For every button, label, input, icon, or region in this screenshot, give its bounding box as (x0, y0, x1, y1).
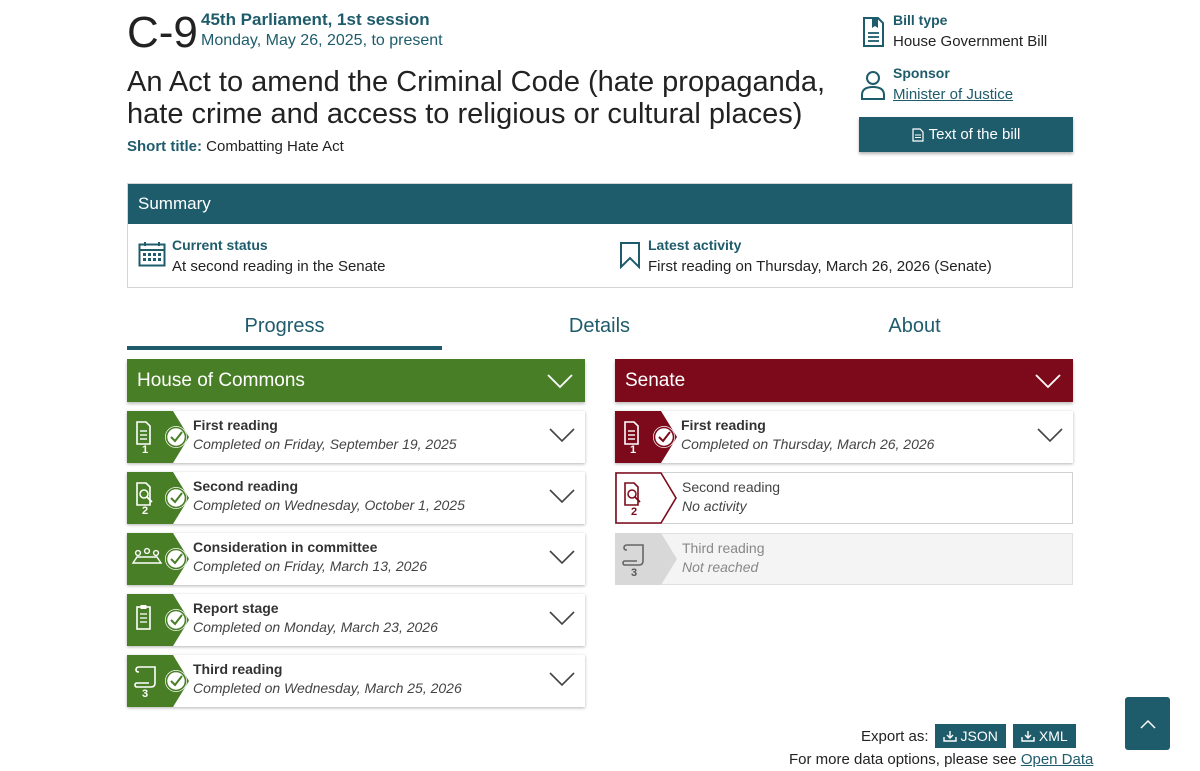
stage-number: 2 (631, 506, 638, 518)
session-dates: Monday, May 26, 2025, to present (201, 32, 443, 49)
commons-panel: House of Commons 1 First reading Complet… (127, 359, 585, 707)
sponsor-label: Sponsor (893, 65, 950, 81)
open-data-note: For more data options, please see Open D… (789, 751, 1093, 768)
stage-number: 3 (631, 567, 638, 579)
back-to-top-button[interactable] (1125, 697, 1170, 750)
stage-status: Not reached (682, 559, 759, 575)
stage-status: Completed on Thursday, March 26, 2026 (681, 436, 935, 452)
latest-activity-value: First reading on Thursday, March 26, 202… (648, 258, 992, 275)
senate-stage-first-reading[interactable]: 1 First reading Completed on Thursday, M… (615, 411, 1073, 463)
bill-number: C-9 (127, 8, 198, 57)
stage-name: Second reading (193, 478, 299, 494)
scroll-icon (615, 533, 677, 585)
commons-stage-second-reading[interactable]: 2 Second reading Completed on Wednesday,… (127, 472, 585, 524)
calendar-icon (138, 242, 166, 267)
chevron-down-icon (549, 672, 575, 687)
stage-name: First reading (193, 417, 278, 433)
tab-progress[interactable]: Progress (127, 310, 442, 350)
download-icon (1021, 731, 1035, 742)
stage-status: Completed on Monday, March 23, 2026 (193, 619, 438, 635)
commons-stage-third-reading[interactable]: 3 Third reading Completed on Wednesday, … (127, 655, 585, 707)
stage-number: 1 (630, 444, 637, 456)
short-title: Short title: Combatting Hate Act (127, 138, 344, 155)
session-info: 45th Parliament, 1st session Monday, May… (201, 10, 443, 50)
person-icon (861, 71, 885, 100)
document-icon (912, 127, 924, 142)
export-label: Export as: (861, 727, 929, 745)
export-bar: Export as: JSON XML (861, 724, 1076, 748)
stage-name: Second reading (682, 479, 781, 495)
sponsor-link[interactable]: Minister of Justice (893, 86, 1013, 103)
stage-status: Completed on Wednesday, October 1, 2025 (193, 497, 465, 513)
current-status: Current status At second reading in the … (138, 237, 386, 275)
bill-title: An Act to amend the Criminal Code (hate … (127, 66, 826, 130)
chevron-down-icon (549, 550, 575, 565)
scroll-icon (127, 655, 189, 707)
text-of-bill-label: Text of the bill (928, 126, 1021, 143)
magnify-document-icon (127, 472, 189, 524)
stage-number: 2 (142, 505, 149, 517)
stage-name: Third reading (682, 540, 765, 556)
stage-name: Consideration in committee (193, 539, 378, 555)
export-xml-label: XML (1038, 728, 1068, 744)
chevron-down-icon (547, 373, 573, 388)
document-icon (615, 411, 677, 463)
commons-header[interactable]: House of Commons (127, 359, 585, 402)
short-title-value: Combatting Hate Act (206, 138, 344, 155)
chevron-up-icon (1139, 719, 1156, 729)
commons-heading: House of Commons (137, 369, 305, 391)
commons-stage-first-reading[interactable]: 1 First reading Completed on Friday, Sep… (127, 411, 585, 463)
stage-name: First reading (681, 417, 766, 433)
export-json-label: JSON (960, 728, 998, 744)
export-xml-button[interactable]: XML (1012, 724, 1076, 748)
stage-status: Completed on Friday, March 13, 2026 (193, 558, 427, 574)
chevron-down-icon (549, 611, 575, 626)
parliament-session: 45th Parliament, 1st session (201, 10, 430, 29)
latest-activity-label: Latest activity (648, 237, 742, 253)
committee-icon (127, 533, 189, 585)
bill-type: Bill type House Government Bill (860, 12, 1047, 50)
download-icon (942, 731, 957, 742)
tab-about[interactable]: About (757, 310, 1072, 350)
senate-heading: Senate (625, 369, 686, 391)
tab-bar: Progress Details About (127, 310, 1073, 350)
stage-status: Completed on Wednesday, March 25, 2026 (193, 680, 462, 696)
magnify-document-icon (615, 472, 677, 524)
senate-stage-third-reading: 3 Third reading Not reached (615, 533, 1073, 585)
chevron-down-icon (1037, 428, 1063, 443)
current-status-value: At second reading in the Senate (172, 258, 386, 275)
senate-stage-second-reading: 2 Second reading No activity (615, 472, 1073, 524)
bill-type-value: House Government Bill (893, 33, 1048, 50)
commons-stage-committee[interactable]: Consideration in committee Completed on … (127, 533, 585, 585)
document-icon (127, 411, 189, 463)
short-title-label: Short title: (127, 138, 202, 155)
clipboard-icon (127, 594, 189, 646)
bookmark-icon (620, 242, 640, 269)
latest-activity: Latest activity First reading on Thursda… (618, 237, 992, 275)
summary-panel: Summary Current status At second reading… (127, 183, 1073, 288)
chevron-down-icon (549, 428, 575, 443)
senate-panel: Senate 1 First reading Completed on Thur… (615, 359, 1073, 585)
stage-name: Report stage (193, 600, 279, 616)
export-json-button[interactable]: JSON (934, 724, 1006, 748)
open-data-link[interactable]: Open Data (1021, 751, 1094, 768)
current-status-label: Current status (172, 237, 268, 253)
open-data-text: For more data options, please see (789, 751, 1017, 768)
chevron-down-icon (1035, 373, 1061, 388)
text-of-bill-button[interactable]: Text of the bill (859, 117, 1073, 152)
bill-type-label: Bill type (893, 12, 948, 28)
stage-number: 1 (142, 444, 149, 456)
summary-heading: Summary (128, 184, 1072, 224)
stage-name: Third reading (193, 661, 283, 677)
chevron-down-icon (549, 489, 575, 504)
stage-status: No activity (682, 498, 747, 514)
bill-document-icon (863, 17, 884, 47)
stage-number: 3 (142, 688, 149, 700)
commons-stage-report[interactable]: Report stage Completed on Monday, March … (127, 594, 585, 646)
tab-details[interactable]: Details (442, 310, 757, 350)
sponsor: Sponsor Minister of Justice (860, 65, 1013, 103)
senate-header[interactable]: Senate (615, 359, 1073, 402)
stage-status: Completed on Friday, September 19, 2025 (193, 436, 457, 452)
